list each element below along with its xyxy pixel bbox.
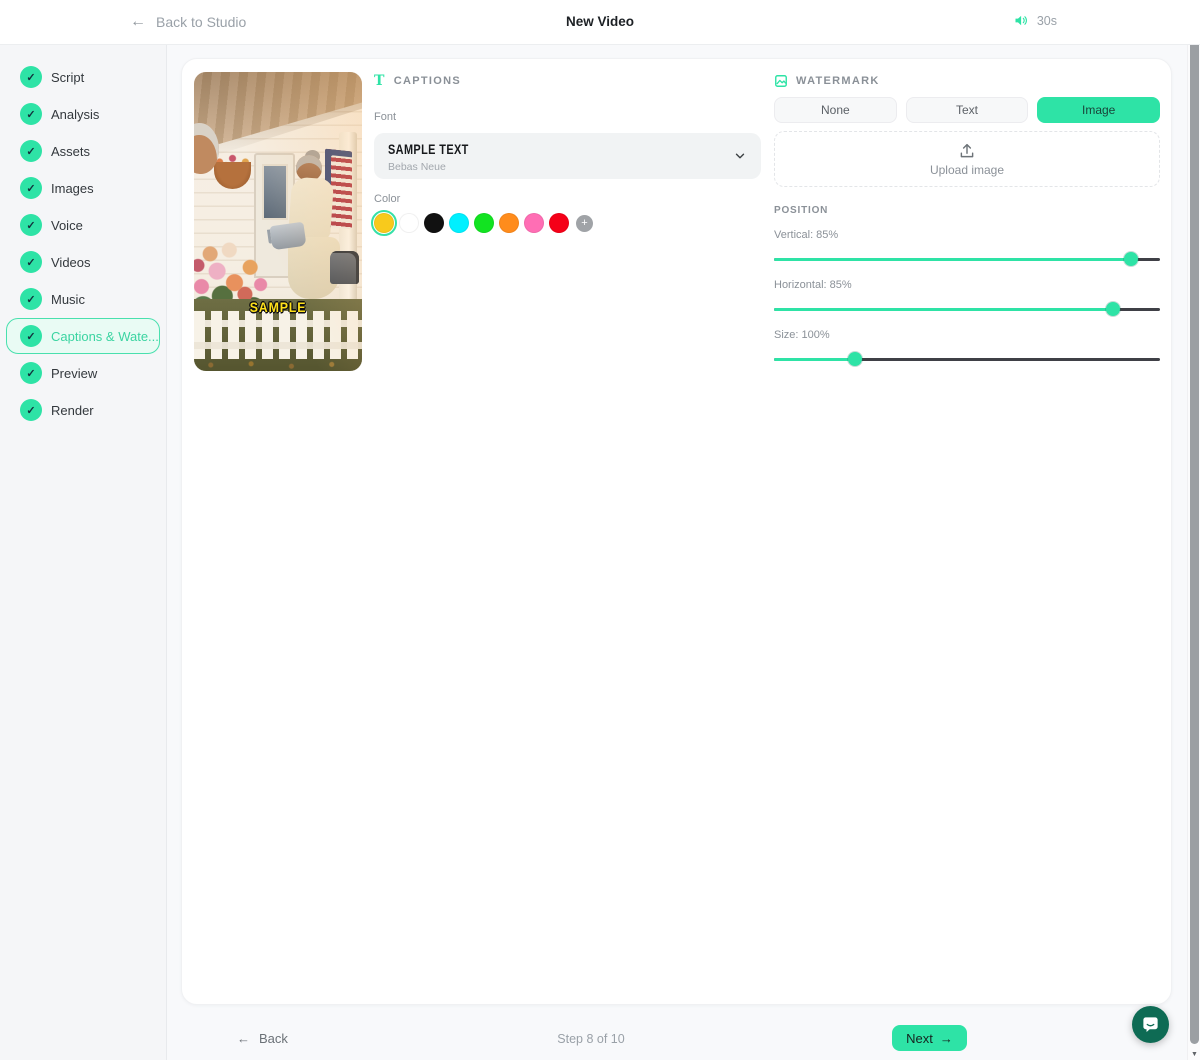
check-icon: ✓ — [20, 399, 42, 421]
duration-label: 30s — [1037, 14, 1057, 28]
watermark-mode-segmented-control: None Text Image — [774, 97, 1160, 123]
color-swatch-yellow[interactable] — [374, 213, 394, 233]
sidebar-item-voice[interactable]: ✓ Voice — [6, 207, 160, 243]
color-swatch-white[interactable] — [399, 213, 419, 233]
chat-bubble-icon — [1141, 1015, 1160, 1034]
sidebar-item-label: Voice — [51, 218, 83, 233]
scrollbar-thumb[interactable] — [1190, 14, 1199, 1044]
color-swatch-pink[interactable] — [524, 213, 544, 233]
chevron-down-icon — [733, 149, 747, 163]
size-slider-group: Size: 100% — [774, 329, 1160, 366]
slider-thumb[interactable] — [848, 352, 862, 366]
check-icon: ✓ — [20, 325, 42, 347]
color-swatch-orange[interactable] — [499, 213, 519, 233]
upload-image-label: Upload image — [930, 163, 1004, 177]
slider-fill — [774, 358, 855, 362]
slider-fill — [774, 258, 1131, 262]
sidebar-item-label: Script — [51, 70, 84, 85]
font-preview-text: SAMPLE TEXT — [388, 141, 469, 157]
preview-sunlight-overlay — [194, 72, 362, 371]
vertical-slider-label: Vertical: 85% — [774, 229, 1160, 241]
text-icon: T — [374, 74, 386, 88]
sidebar-item-label: Assets — [51, 144, 90, 159]
top-header: ← Back to Studio New Video 30s — [0, 0, 1200, 45]
watermark-mode-none[interactable]: None — [774, 97, 897, 123]
sidebar-item-images[interactable]: ✓ Images — [6, 170, 160, 206]
steps-sidebar: ✓ Script ✓ Analysis ✓ Assets ✓ Images ✓ … — [0, 45, 167, 1060]
color-swatch-green[interactable] — [474, 213, 494, 233]
size-slider-label: Size: 100% — [774, 329, 1160, 341]
footer-back-label: Back — [259, 1031, 288, 1046]
check-icon: ✓ — [20, 103, 42, 125]
sidebar-item-label: Render — [51, 403, 94, 418]
upload-icon — [958, 142, 976, 160]
slider-thumb[interactable] — [1124, 252, 1138, 266]
next-label: Next — [906, 1031, 933, 1046]
caption-color-swatches: + — [374, 213, 761, 233]
check-icon: ✓ — [20, 362, 42, 384]
watermark-mode-image[interactable]: Image — [1037, 97, 1160, 123]
scrollbar-down-arrow[interactable]: ▼ — [1188, 1051, 1200, 1058]
sidebar-item-render[interactable]: ✓ Render — [6, 392, 160, 428]
watermark-section: WATERMARK None Text Image Upload image P… — [774, 74, 1160, 366]
vertical-slider-group: Vertical: 85% — [774, 229, 1160, 266]
video-duration: 30s — [1013, 13, 1057, 28]
slider-fill — [774, 308, 1113, 312]
captions-section-title: CAPTIONS — [394, 75, 461, 87]
sidebar-item-music[interactable]: ✓ Music — [6, 281, 160, 317]
color-swatch-black[interactable] — [424, 213, 444, 233]
check-icon: ✓ — [20, 140, 42, 162]
check-icon: ✓ — [20, 251, 42, 273]
image-icon — [774, 74, 788, 88]
sidebar-item-label: Videos — [51, 255, 91, 270]
check-icon: ✓ — [20, 214, 42, 236]
caption-sample-overlay: SAMPLE — [204, 299, 352, 315]
color-swatch-red[interactable] — [549, 213, 569, 233]
back-arrow-icon: ← — [237, 1031, 250, 1046]
watermark-section-header: WATERMARK — [774, 74, 1160, 88]
sidebar-item-label: Music — [51, 292, 85, 307]
horizontal-slider-label: Horizontal: 85% — [774, 279, 1160, 291]
check-icon: ✓ — [20, 288, 42, 310]
video-preview-thumbnail: SAMPLE — [194, 72, 362, 371]
next-arrow-icon: → — [940, 1031, 953, 1046]
captions-watermark-panel: SAMPLE T CAPTIONS Font SAMPLE TEXT Bebas… — [181, 58, 1172, 1005]
chat-launcher-button[interactable] — [1132, 1006, 1169, 1043]
speaker-icon — [1013, 13, 1028, 28]
vertical-position-slider[interactable] — [774, 252, 1160, 266]
upload-image-dropzone[interactable]: Upload image — [774, 131, 1160, 187]
sidebar-item-captions-watermark[interactable]: ✓ Captions & Wate... — [6, 318, 160, 354]
sidebar-item-script[interactable]: ✓ Script — [6, 59, 160, 95]
next-button[interactable]: Next → — [892, 1025, 967, 1051]
page-scrollbar: ▲ ▼ — [1187, 0, 1200, 1060]
horizontal-slider-group: Horizontal: 85% — [774, 279, 1160, 316]
sidebar-item-label: Preview — [51, 366, 97, 381]
captions-section: T CAPTIONS Font SAMPLE TEXT Bebas Neue C… — [374, 74, 761, 233]
size-slider[interactable] — [774, 352, 1160, 366]
captions-section-header: T CAPTIONS — [374, 74, 761, 88]
color-swatch-cyan[interactable] — [449, 213, 469, 233]
add-color-button[interactable]: + — [576, 215, 593, 232]
font-select-dropdown[interactable]: SAMPLE TEXT Bebas Neue — [374, 133, 761, 179]
sidebar-item-assets[interactable]: ✓ Assets — [6, 133, 160, 169]
sidebar-item-label: Captions & Wate... — [51, 329, 159, 344]
sidebar-item-label: Images — [51, 181, 94, 196]
sidebar-item-analysis[interactable]: ✓ Analysis — [6, 96, 160, 132]
sidebar-item-preview[interactable]: ✓ Preview — [6, 355, 160, 391]
check-icon: ✓ — [20, 177, 42, 199]
slider-thumb[interactable] — [1106, 302, 1120, 316]
font-label: Font — [374, 111, 761, 123]
font-name-label: Bebas Neue — [388, 161, 747, 173]
footer-back-button[interactable]: ← Back — [237, 1031, 288, 1046]
horizontal-position-slider[interactable] — [774, 302, 1160, 316]
watermark-mode-text[interactable]: Text — [906, 97, 1029, 123]
color-label: Color — [374, 193, 761, 205]
watermark-section-title: WATERMARK — [796, 75, 880, 87]
sidebar-item-videos[interactable]: ✓ Videos — [6, 244, 160, 280]
position-label: POSITION — [774, 205, 1160, 216]
sidebar-item-label: Analysis — [51, 107, 99, 122]
check-icon: ✓ — [20, 66, 42, 88]
step-indicator: Step 8 of 10 — [557, 1032, 624, 1046]
